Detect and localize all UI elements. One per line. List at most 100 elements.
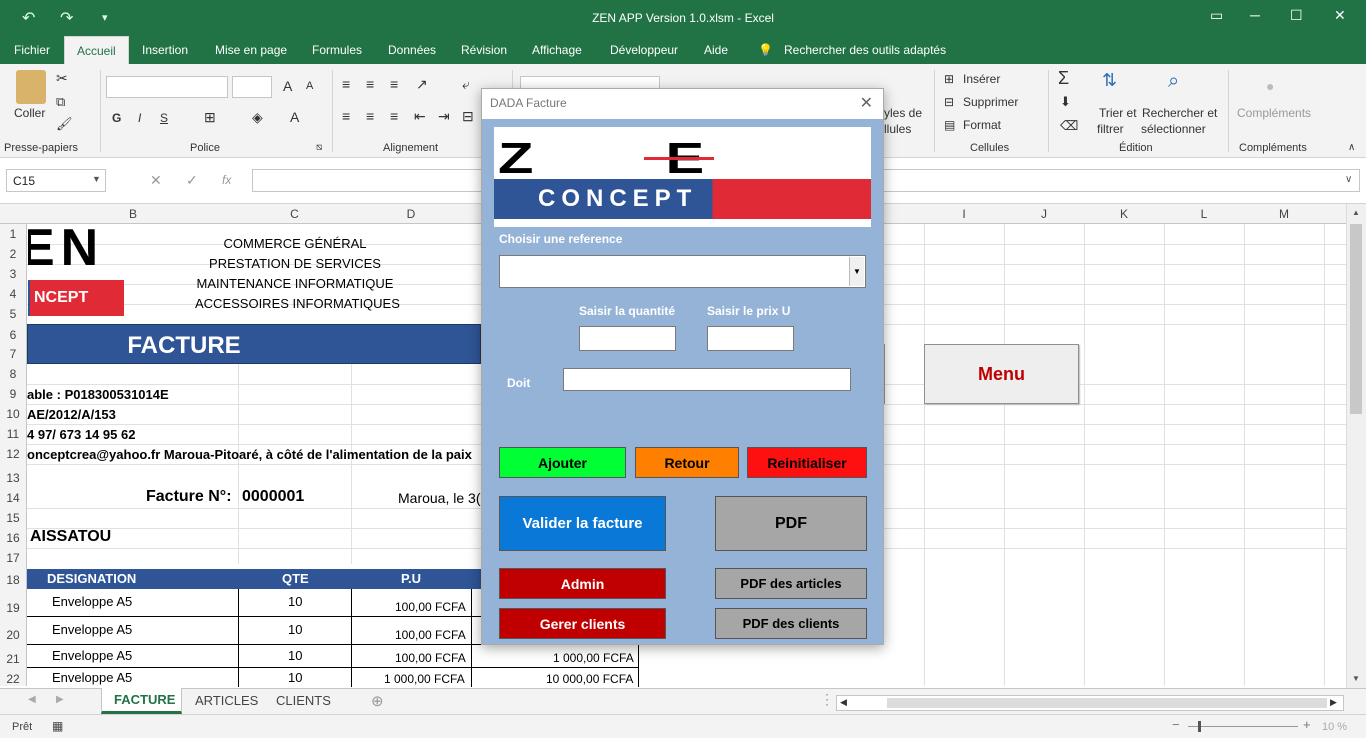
row-header[interactable]: 1 [0,227,26,241]
pdf-button[interactable]: PDF [715,496,867,551]
shrink-font-icon[interactable]: A [306,80,313,92]
row-header[interactable]: 12 [0,447,26,461]
sort-filter-label-2[interactable]: filtrer [1097,122,1124,136]
price-input[interactable] [707,326,794,351]
find-select-label-2[interactable]: sélectionner [1141,122,1206,136]
horizontal-scrollbar[interactable]: ◀ ▶ [836,695,1344,711]
prev-sheet-icon[interactable]: ◀ [28,694,36,705]
doit-input[interactable] [563,368,851,391]
enter-icon[interactable]: ✓ [186,172,198,189]
sheet-tab-articles[interactable]: ARTICLES [195,693,258,708]
row-header[interactable]: 20 [0,628,26,642]
add-sheet-icon[interactable]: ⊕ [371,692,384,710]
row-header[interactable]: 13 [0,471,26,485]
ribbon-options-icon[interactable]: ▭ [1210,7,1223,24]
increase-indent-icon[interactable]: ⇥ [438,108,450,125]
h-scroll-thumb[interactable] [887,698,1327,708]
column-header[interactable]: I [924,207,1004,221]
orientation-icon[interactable]: ↗ [416,76,428,93]
reinitialiser-button[interactable]: Reinitialiser [747,447,867,478]
tab-aide[interactable]: Aide [704,43,728,57]
bold-button[interactable]: G [112,111,121,125]
ajouter-button[interactable]: Ajouter [499,447,626,478]
column-header[interactable]: D [351,207,471,221]
align-top-icon[interactable]: ≡ [342,76,350,92]
quantity-input[interactable] [579,326,676,351]
merge-center-icon[interactable]: ⊟ [462,108,474,125]
autosum-icon[interactable]: Σ [1058,68,1069,89]
format-cells-button[interactable]: Format [963,118,1001,132]
row-header[interactable]: 14 [0,491,26,505]
find-select-icon[interactable]: ⌕ [1168,70,1179,93]
zoom-slider[interactable] [1188,726,1298,727]
next-sheet-icon[interactable]: ▶ [56,694,64,705]
minimize-icon[interactable]: ─ [1250,7,1260,23]
tab-mise-en-page[interactable]: Mise en page [215,43,287,57]
zoom-level[interactable]: 10 % [1322,721,1347,733]
insert-function-button[interactable]: fx [222,173,231,187]
fill-color-icon[interactable]: ◈ [252,109,263,126]
delete-cells-icon[interactable]: ⊟ [944,95,954,109]
tab-affichage[interactable]: Affichage [532,43,582,57]
clear-icon[interactable]: ⌫ [1060,118,1078,134]
row-header[interactable]: 7 [0,347,26,361]
tab-donnees[interactable]: Données [388,43,436,57]
column-header[interactable]: K [1084,207,1164,221]
pdf-clients-button[interactable]: PDF des clients [715,608,867,639]
zoom-in-icon[interactable]: + [1303,717,1311,732]
copy-icon[interactable]: ⧉ [56,94,65,110]
tab-developpeur[interactable]: Développeur [610,43,678,57]
row-header[interactable]: 10 [0,407,26,421]
align-center-icon[interactable]: ≡ [366,108,374,124]
font-size-box[interactable] [232,76,272,98]
name-box[interactable]: C15 [6,169,106,192]
insert-cells-icon[interactable]: ⊞ [944,72,954,86]
dialog-launcher-icon[interactable]: ⧅ [316,142,322,153]
sort-filter-icon[interactable]: ⇅ [1102,70,1117,91]
zoom-slider-thumb[interactable] [1198,721,1201,732]
format-cells-icon[interactable]: ▤ [944,118,955,132]
menu-button[interactable]: Menu [924,344,1079,404]
column-header[interactable]: J [1004,207,1084,221]
align-left-icon[interactable]: ≡ [342,108,350,124]
vertical-scrollbar[interactable]: ▲ ▼ [1346,204,1366,688]
styles-label-2[interactable]: llules [884,122,911,136]
scroll-thumb[interactable] [1350,224,1362,414]
sheet-tab-clients[interactable]: CLIENTS [276,693,331,708]
decrease-indent-icon[interactable]: ⇤ [414,108,426,125]
name-box-dropdown-icon[interactable]: ▼ [92,174,101,184]
row-header[interactable]: 11 [0,427,26,441]
reference-combobox[interactable]: ▼ [499,255,866,288]
column-header[interactable]: C [238,207,351,221]
close-icon[interactable]: ✕ [1334,7,1346,24]
row-header[interactable]: 8 [0,367,26,381]
borders-icon[interactable]: ⊞ [204,109,216,126]
close-icon[interactable]: ✕ [860,93,873,113]
scroll-left-icon[interactable]: ◀ [840,697,847,708]
align-right-icon[interactable]: ≡ [390,108,398,124]
row-header[interactable]: 4 [0,287,26,301]
row-header[interactable]: 2 [0,247,26,261]
pdf-articles-button[interactable]: PDF des articles [715,568,867,599]
retour-button[interactable]: Retour [635,447,739,478]
row-header[interactable]: 16 [0,531,26,545]
column-header[interactable]: B [28,207,238,221]
table-row[interactable]: Enveloppe A5 10 1 000,00 FCFA 10 000,00 … [27,668,638,687]
maximize-icon[interactable]: ☐ [1290,7,1303,24]
row-header[interactable]: 15 [0,511,26,525]
scroll-down-icon[interactable]: ▼ [1352,674,1360,683]
insert-cells-button[interactable]: Insérer [963,72,1000,86]
tab-formules[interactable]: Formules [312,43,362,57]
row-header[interactable]: 9 [0,387,26,401]
find-select-label[interactable]: Rechercher et [1142,106,1217,120]
fill-icon[interactable]: ⬇ [1060,94,1071,110]
row-header[interactable]: 22 [0,672,26,686]
row-header[interactable]: 19 [0,601,26,615]
styles-label[interactable]: yles de [884,106,922,120]
underline-button[interactable]: S [160,111,168,125]
cut-icon[interactable]: ✂ [56,70,68,87]
paste-label[interactable]: Coller [14,106,45,120]
valider-facture-button[interactable]: Valider la facture [499,496,666,551]
font-color-icon[interactable]: A [290,109,299,125]
expand-formula-icon[interactable]: ∨ [1345,174,1352,185]
